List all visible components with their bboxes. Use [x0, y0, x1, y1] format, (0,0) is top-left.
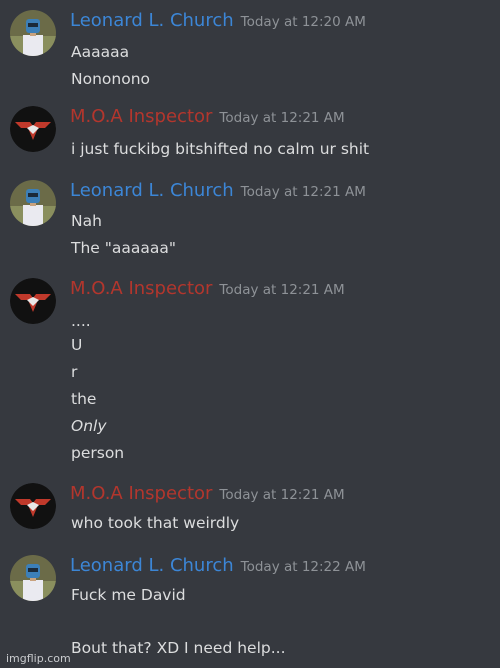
- message-line: Only: [71, 417, 107, 435]
- timestamp: Today at 12:21 AM: [219, 110, 345, 126]
- message-line: the: [71, 390, 97, 408]
- message-header: M.O.A Inspector Today at 12:21 AM: [70, 483, 345, 504]
- author-name[interactable]: Leonard L. Church: [70, 555, 234, 576]
- message-line: Nononono: [71, 70, 150, 88]
- timestamp: Today at 12:21 AM: [219, 282, 345, 298]
- user-avatar-moa[interactable]: [10, 106, 56, 152]
- message-header: Leonard L. Church Today at 12:20 AM: [70, 10, 366, 31]
- message-line: Fuck me David: [71, 586, 186, 604]
- message-line: Aaaaaa: [71, 43, 130, 61]
- user-avatar-leonard[interactable]: [10, 180, 56, 226]
- author-name[interactable]: M.O.A Inspector: [70, 278, 212, 299]
- message-header: M.O.A Inspector Today at 12:21 AM: [70, 278, 345, 299]
- author-name[interactable]: Leonard L. Church: [70, 180, 234, 201]
- message-line: person: [71, 444, 125, 462]
- message-header: Leonard L. Church Today at 12:22 AM: [70, 555, 366, 576]
- timestamp: Today at 12:21 AM: [219, 487, 345, 503]
- author-name[interactable]: Leonard L. Church: [70, 10, 234, 31]
- message-line: Bout that? XD I need help...: [71, 639, 286, 657]
- message-line: Nah: [71, 212, 102, 230]
- message-header: Leonard L. Church Today at 12:21 AM: [70, 180, 366, 201]
- moa-eagle-avatar-icon: [10, 483, 56, 529]
- timestamp: Today at 12:22 AM: [240, 559, 366, 575]
- message-line: i just fuckibg bitshifted no calm ur shi…: [71, 140, 370, 158]
- leonard-avatar-icon: [10, 10, 56, 56]
- user-avatar-leonard[interactable]: [10, 10, 56, 56]
- message-line: ....: [71, 312, 91, 330]
- leonard-avatar-icon: [10, 555, 56, 601]
- message-line: who took that weirdly: [71, 514, 240, 532]
- user-avatar-moa[interactable]: [10, 278, 56, 324]
- author-name[interactable]: M.O.A Inspector: [70, 483, 212, 504]
- user-avatar-moa[interactable]: [10, 483, 56, 529]
- message-line: U: [71, 336, 83, 354]
- message-line: The "aaaaaa": [71, 239, 177, 257]
- timestamp: Today at 12:20 AM: [240, 14, 366, 30]
- watermark: imgflip.com: [6, 652, 71, 665]
- leonard-avatar-icon: [10, 180, 56, 226]
- message-header: M.O.A Inspector Today at 12:21 AM: [70, 106, 345, 127]
- message-line: r: [71, 363, 78, 381]
- moa-eagle-avatar-icon: [10, 278, 56, 324]
- user-avatar-leonard[interactable]: [10, 555, 56, 601]
- moa-eagle-avatar-icon: [10, 106, 56, 152]
- author-name[interactable]: M.O.A Inspector: [70, 106, 212, 127]
- timestamp: Today at 12:21 AM: [240, 184, 366, 200]
